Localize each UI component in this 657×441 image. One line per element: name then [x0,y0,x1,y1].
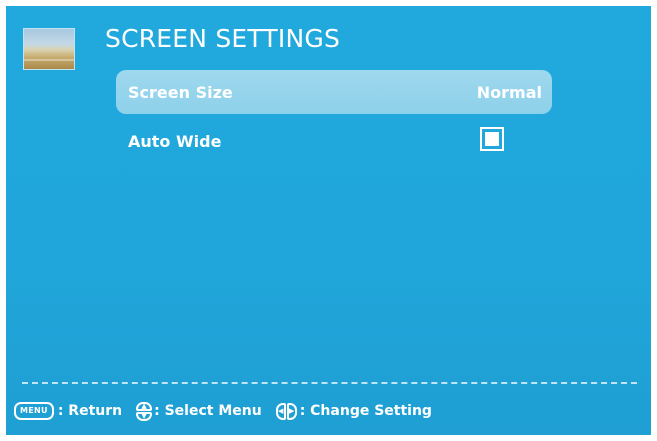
divider [22,382,637,384]
footer-hints: MENU : Return ▲ ▼ : Select Menu ◀ ▶ : Ch… [14,400,432,422]
osd-screen: SCREEN SETTINGS Screen Size Normal Auto … [6,6,651,435]
menu-item-label: Screen Size [128,83,233,102]
landscape-picture-icon [23,28,75,70]
menu-item-auto-wide[interactable]: Auto Wide [116,121,552,165]
menu-item-value: Normal [476,83,542,102]
change-setting-hint: : Change Setting [299,403,432,419]
return-hint: : Return [57,403,123,419]
menu-item-screen-size[interactable]: Screen Size Normal [116,70,552,114]
checkbox-fill [485,132,499,146]
page-title: SCREEN SETTINGS [105,24,341,53]
left-right-icon: ◀ ▶ [275,402,297,420]
select-menu-hint: : Select Menu [154,403,262,419]
auto-wide-checkbox[interactable] [480,127,504,151]
up-down-icon: ▲ ▼ [136,401,153,421]
menu-key-icon: MENU [14,402,54,420]
menu-item-label: Auto Wide [128,132,222,151]
